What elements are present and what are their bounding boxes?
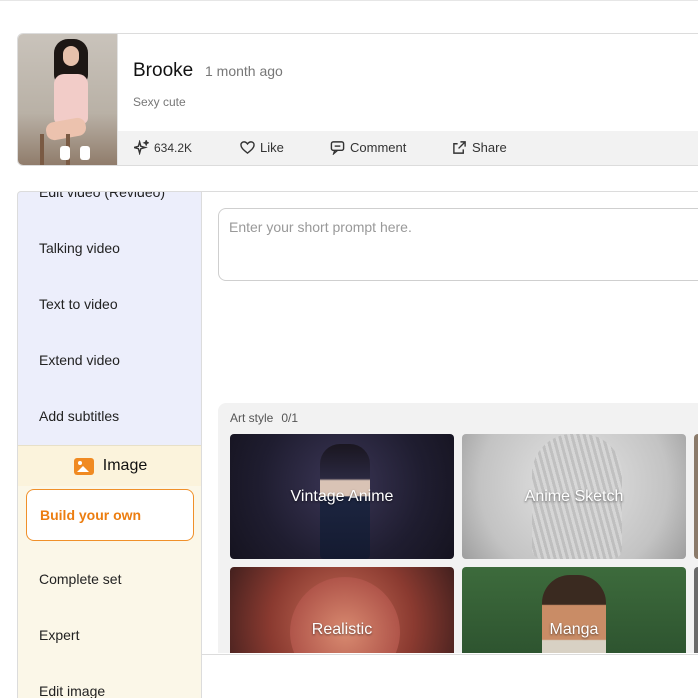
- like-button[interactable]: Like: [240, 140, 284, 155]
- style-card-realistic[interactable]: Realistic: [230, 567, 454, 653]
- image-icon: [73, 457, 94, 475]
- post-description: Sexy cute: [133, 95, 186, 109]
- sidebar-item-add-subtitles[interactable]: Add subtitles: [39, 408, 119, 424]
- art-style-panel: Art style 0/1 Vintage Anime Anime Sketch …: [218, 403, 698, 653]
- prompt-input[interactable]: Enter your short prompt here.: [218, 208, 698, 281]
- style-card-label: Realistic: [311, 620, 373, 638]
- style-card-label: Vintage Anime: [290, 487, 394, 505]
- comment-icon: [330, 141, 345, 155]
- sidebar-item-text-to-video[interactable]: Text to video: [39, 296, 118, 312]
- sidebar-item-complete-set[interactable]: Complete set: [39, 571, 121, 587]
- post-action-bar: 634.2K Like Comment Share: [118, 131, 698, 165]
- share-button[interactable]: Share: [452, 140, 507, 155]
- image-section-title: Image: [102, 457, 148, 474]
- sidebar-item-edit-video[interactable]: Edit video (Revideo): [39, 192, 165, 200]
- style-card-manga[interactable]: Manga: [462, 567, 686, 653]
- art-style-title: Art style: [230, 411, 274, 425]
- sidebar-item-extend-video[interactable]: Extend video: [39, 352, 120, 368]
- image-section-header[interactable]: Image: [18, 446, 201, 486]
- sidebar-item-talking-video[interactable]: Talking video: [39, 240, 120, 256]
- post-time: 1 month ago: [205, 63, 283, 79]
- style-card-anime-sketch[interactable]: Anime Sketch: [462, 434, 686, 559]
- sidebar-item-edit-image[interactable]: Edit image: [39, 683, 105, 698]
- art-style-label: Art style 0/1: [230, 411, 298, 425]
- main-top-border: [202, 191, 698, 192]
- views-stat: 634.2K: [134, 140, 192, 155]
- heart-icon: [240, 141, 255, 155]
- views-count: 634.2K: [154, 140, 193, 155]
- image-section: Image Build your own Complete set Expert…: [18, 445, 201, 698]
- comment-label: Comment: [350, 140, 407, 155]
- style-card-vintage-anime[interactable]: Vintage Anime: [230, 434, 454, 559]
- sparkle-icon: [134, 140, 149, 155]
- like-label: Like: [260, 140, 284, 155]
- sidebar-item-build-your-own[interactable]: Build your own: [26, 489, 194, 541]
- comment-button[interactable]: Comment: [330, 140, 406, 155]
- tool-sidebar: Edit video (Revideo) Talking video Text …: [17, 191, 202, 698]
- post-thumbnail[interactable]: [18, 34, 118, 165]
- post-author[interactable]: Brooke: [133, 60, 193, 82]
- style-card-label: Anime Sketch: [524, 487, 624, 505]
- share-label: Share: [472, 140, 507, 155]
- share-icon: [453, 141, 466, 154]
- post-card: Brooke 1 month ago Sexy cute 634.2K Like…: [17, 33, 698, 166]
- style-card-partial[interactable]: [694, 434, 698, 559]
- panel-bottom-border: [202, 654, 698, 655]
- style-card-partial[interactable]: [694, 567, 698, 653]
- top-divider: [0, 0, 698, 1]
- style-card-label: Manga: [549, 620, 599, 638]
- sidebar-item-expert[interactable]: Expert: [39, 627, 79, 643]
- art-style-count: 0/1: [281, 411, 299, 425]
